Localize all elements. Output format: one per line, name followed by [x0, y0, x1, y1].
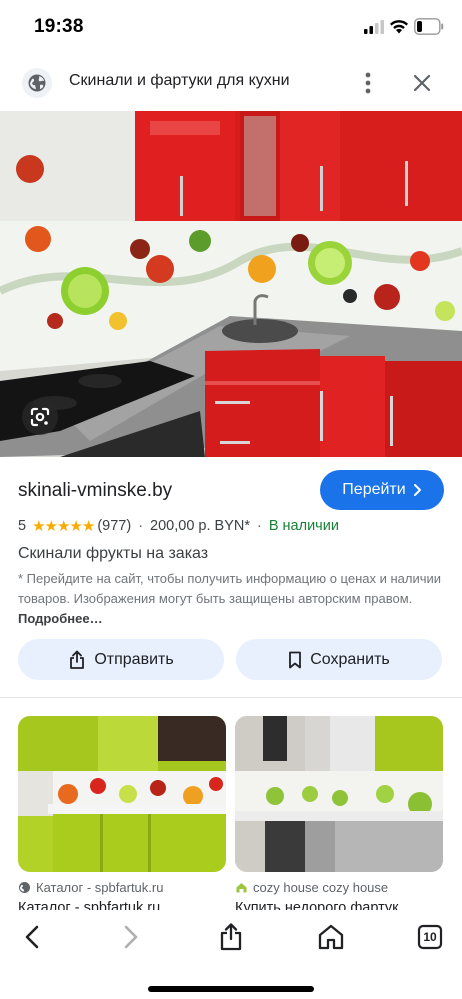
product-title: Скинали фрукты на заказ [18, 545, 209, 562]
availability-status: В наличии [268, 518, 339, 534]
related-source: cozy house cozy house [235, 880, 388, 895]
close-icon[interactable] [410, 71, 434, 95]
globe-icon [22, 68, 52, 98]
share-button[interactable]: Отправить [18, 639, 224, 680]
separator-dot: · [138, 518, 144, 534]
goto-site-button[interactable]: Перейти [320, 470, 444, 510]
battery-icon [414, 18, 444, 35]
wifi-icon [390, 20, 408, 34]
google-lens-button[interactable] [22, 399, 58, 435]
forward-icon[interactable] [115, 922, 145, 952]
globe-icon [19, 882, 30, 893]
related-source: Каталог - spbfartuk.ru [18, 880, 163, 895]
page-header: Скинали и фартуки для кухни [0, 56, 462, 110]
save-label: Сохранить [310, 650, 390, 668]
product-image[interactable] [0, 111, 462, 457]
bookmark-icon [289, 651, 302, 668]
google-lens-icon [30, 407, 50, 427]
site-name[interactable]: skinali-vminske.by [18, 480, 172, 502]
separator-dot: · [257, 518, 262, 534]
share-icon[interactable] [216, 922, 246, 952]
tab-count: 10 [423, 930, 437, 944]
page-title: Скинали и фартуки для кухни [69, 72, 290, 89]
chevron-right-icon [413, 484, 421, 496]
home-icon[interactable] [316, 922, 346, 952]
related-source-label: Каталог - spbfartuk.ru [36, 880, 164, 895]
goto-site-label: Перейти [342, 481, 406, 498]
divider [0, 697, 462, 698]
tabs-button[interactable]: 10 [415, 922, 445, 952]
house-icon [236, 883, 247, 893]
save-button[interactable]: Сохранить [236, 639, 442, 680]
rating-row: 5 ★★★★★ (977) · 200,00 р. BYN* · В налич… [18, 517, 339, 535]
bottom-nav: 10 [0, 910, 462, 999]
share-label: Отправить [94, 650, 174, 668]
price: 200,00 р. BYN* [150, 518, 250, 534]
more-link[interactable]: Подробнее… [18, 611, 103, 626]
related-thumbnail[interactable] [18, 716, 226, 872]
star-rating-icon: ★★★★★ [32, 518, 95, 535]
status-bar: 19:38 [0, 0, 462, 56]
related-result[interactable]: Каталог - spbfartuk.ru Каталог - spbfart… [18, 716, 226, 916]
disclaimer-body: * Перейдите на сайт, чтобы получить инфо… [18, 571, 442, 606]
rating-value: 5 [18, 518, 27, 534]
review-count: (977) [97, 518, 132, 534]
related-result[interactable]: cozy house cozy house Купить недорого фа… [235, 716, 443, 916]
related-thumbnail[interactable] [235, 716, 443, 872]
status-time: 19:38 [34, 16, 84, 37]
back-icon[interactable] [18, 922, 48, 952]
home-indicator [148, 986, 314, 992]
share-icon [70, 650, 85, 669]
signal-icon [364, 20, 384, 34]
more-vertical-icon[interactable] [358, 70, 378, 96]
related-source-label: cozy house cozy house [253, 880, 389, 895]
disclaimer-text: * Перейдите на сайт, чтобы получить инфо… [18, 569, 443, 629]
